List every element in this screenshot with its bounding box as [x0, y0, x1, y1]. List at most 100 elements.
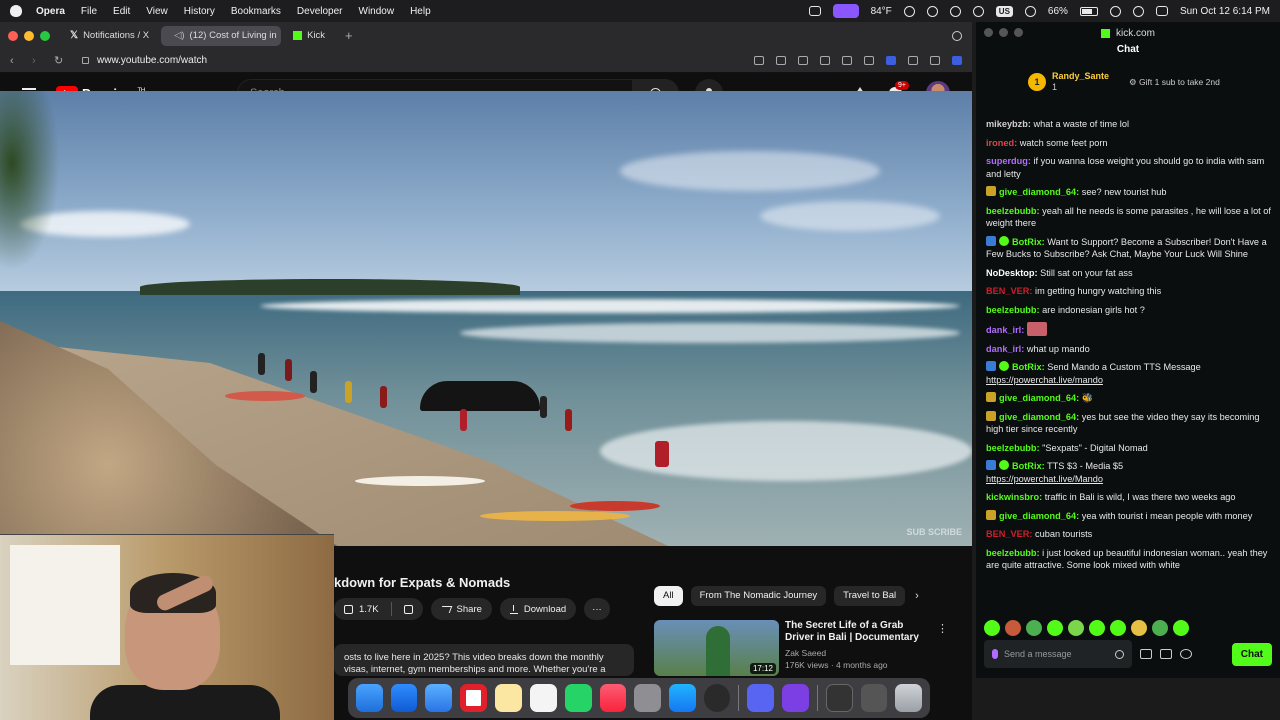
forward-button[interactable]: ›: [32, 55, 54, 67]
menu-history[interactable]: History: [184, 6, 215, 17]
chat-message[interactable]: give_diamond_64: yes but see the video t…: [986, 410, 1272, 436]
menu-edit[interactable]: Edit: [113, 6, 130, 17]
finder-icon[interactable]: [356, 684, 383, 712]
recommended-video[interactable]: 17:12 The Secret Life of a Grab Driver i…: [654, 620, 964, 676]
subscribe-watermark[interactable]: SUB SCRIBE: [906, 528, 962, 537]
chat-message[interactable]: beelzebubb: are indonesian girls hot ?: [986, 304, 1272, 317]
chat-username[interactable]: superdug:: [986, 156, 1031, 166]
chat-message[interactable]: BotRix: TTS $3 - Media $5 https://powerch…: [986, 460, 1272, 485]
weather-readout[interactable]: 84°F: [871, 6, 892, 17]
video-thumbnail[interactable]: 17:12: [654, 620, 779, 676]
chat-username[interactable]: BEN_VER:: [986, 286, 1032, 296]
leader-entry[interactable]: Randy_Sante 1: [1052, 71, 1109, 93]
chat-message[interactable]: kickwinsbro: traffic in Bali is wild, I …: [986, 491, 1272, 504]
link-icon[interactable]: [1140, 649, 1152, 659]
chip-from-channel[interactable]: From The Nomadic Journey: [690, 586, 827, 606]
emote-icon[interactable]: [1089, 620, 1105, 636]
emote-icon[interactable]: [1005, 620, 1021, 636]
tab-kick[interactable]: Kick: [285, 26, 333, 46]
vpn-icon[interactable]: [886, 56, 896, 65]
chat-username[interactable]: give_diamond_64:: [999, 412, 1079, 422]
emote-icon[interactable]: [1047, 620, 1063, 636]
downloads-stack-icon[interactable]: [825, 684, 853, 712]
chat-message[interactable]: beelzebubb: yeah all he needs is some pa…: [986, 205, 1272, 230]
notes-icon[interactable]: [495, 684, 523, 712]
opera-icon[interactable]: [460, 684, 488, 712]
lock-icon[interactable]: [82, 57, 89, 64]
profile-icon[interactable]: [930, 56, 940, 65]
chat-message[interactable]: beelzebubb: "Sexpats" - Digital Nomad: [986, 442, 1272, 455]
chat-message[interactable]: give_diamond_64: yea with tourist i mean…: [986, 509, 1272, 523]
chip-all[interactable]: All: [654, 586, 683, 606]
whatsapp-icon[interactable]: [564, 684, 592, 712]
settings-gear-icon[interactable]: [1180, 649, 1192, 659]
chat-username[interactable]: BEN_VER:: [986, 529, 1032, 539]
chat-username[interactable]: NoDesktop:: [986, 268, 1038, 278]
camera-icon[interactable]: [776, 56, 786, 65]
play-icon[interactable]: [926, 5, 938, 17]
apple-icon[interactable]: [10, 5, 22, 17]
chat-username[interactable]: kickwinsbro:: [986, 492, 1042, 502]
chat-username[interactable]: BotRix:: [1012, 237, 1045, 247]
recommended-title[interactable]: The Secret Life of a Grab Driver in Bali…: [785, 620, 935, 644]
video-description[interactable]: osts to live here in 2025? This video br…: [334, 644, 634, 676]
chat-username[interactable]: ironed:: [986, 138, 1017, 148]
chat-username[interactable]: mikeybzb:: [986, 119, 1031, 129]
new-tab-button[interactable]: +: [337, 26, 361, 46]
chat-username[interactable]: beelzebubb:: [986, 305, 1040, 315]
mail-icon[interactable]: [425, 684, 453, 712]
chat-message[interactable]: BEN_VER: cuban tourists: [986, 528, 1272, 541]
like-dislike-button[interactable]: 1.7K: [334, 598, 423, 620]
app-tray-icon[interactable]: [832, 4, 859, 18]
speaker-icon[interactable]: ◁): [174, 30, 184, 41]
more-vert-icon[interactable]: ⋮: [937, 622, 948, 635]
menu-app-name[interactable]: Opera: [36, 6, 65, 17]
emoji-icon[interactable]: [1115, 649, 1124, 659]
chat-username[interactable]: give_diamond_64:: [999, 187, 1079, 197]
chatgpt-icon[interactable]: [703, 684, 731, 712]
chat-message[interactable]: dank_irl: what up mando: [986, 343, 1272, 356]
reload-button[interactable]: ↻: [54, 54, 76, 67]
chat-message[interactable]: beelzebubb: i just looked up beautiful i…: [986, 547, 1272, 572]
emote-icon[interactable]: [1068, 620, 1084, 636]
tab-search-icon[interactable]: [952, 30, 962, 41]
spotlight-icon[interactable]: [1109, 5, 1121, 17]
siri-icon[interactable]: [1132, 5, 1144, 17]
edit-icon[interactable]: [754, 56, 764, 65]
microphone-icon[interactable]: [992, 649, 998, 659]
emote-icon[interactable]: [984, 620, 1000, 636]
chip-travel[interactable]: Travel to Bal: [834, 586, 906, 606]
zoom-window-icon[interactable]: [40, 30, 50, 41]
chat-link[interactable]: https://powerchat.live/Mando: [986, 474, 1103, 484]
screen-record-icon[interactable]: [808, 6, 821, 16]
headphones-icon[interactable]: [903, 5, 915, 17]
chat-message[interactable]: BEN_VER: im getting hungry watching this: [986, 285, 1272, 298]
emote-icon[interactable]: [1173, 620, 1189, 636]
thumbs-up-icon[interactable]: [344, 604, 353, 614]
chat-message[interactable]: give_diamond_64: 🐝: [986, 392, 1272, 405]
close-window-icon[interactable]: [8, 30, 18, 41]
share-button[interactable]: Share: [430, 598, 492, 620]
proton-mail-icon[interactable]: [782, 684, 809, 712]
settings-icon[interactable]: [634, 684, 662, 712]
calendar-icon[interactable]: [1160, 649, 1172, 659]
screenshot-stack-icon[interactable]: [860, 684, 888, 712]
app-store-icon[interactable]: [669, 684, 696, 712]
music-icon[interactable]: [599, 684, 627, 712]
chat-message[interactable]: give_diamond_64: see? new tourist hub: [986, 186, 1272, 199]
menu-view[interactable]: View: [146, 6, 168, 17]
emote-icon[interactable]: [1152, 620, 1168, 636]
trash-icon[interactable]: [895, 684, 923, 712]
menu-help[interactable]: Help: [410, 6, 431, 17]
leader-username[interactable]: Randy_Sante: [1052, 71, 1109, 82]
send-chat-button[interactable]: Chat: [1231, 642, 1272, 666]
download-button[interactable]: Download: [499, 598, 577, 620]
emote-icon[interactable]: [1131, 620, 1147, 636]
chat-username[interactable]: dank_irl:: [986, 344, 1024, 354]
chat-message[interactable]: BotRix: Want to Support? Become a Subscr…: [986, 235, 1272, 261]
discord-icon[interactable]: [747, 684, 775, 712]
chat-username[interactable]: dank_irl:: [986, 325, 1024, 335]
chat-messages[interactable]: mikeybzb: what a waste of time lol ironed…: [976, 116, 1280, 628]
cube-icon[interactable]: [952, 56, 962, 65]
chat-username[interactable]: give_diamond_64:: [999, 511, 1079, 521]
